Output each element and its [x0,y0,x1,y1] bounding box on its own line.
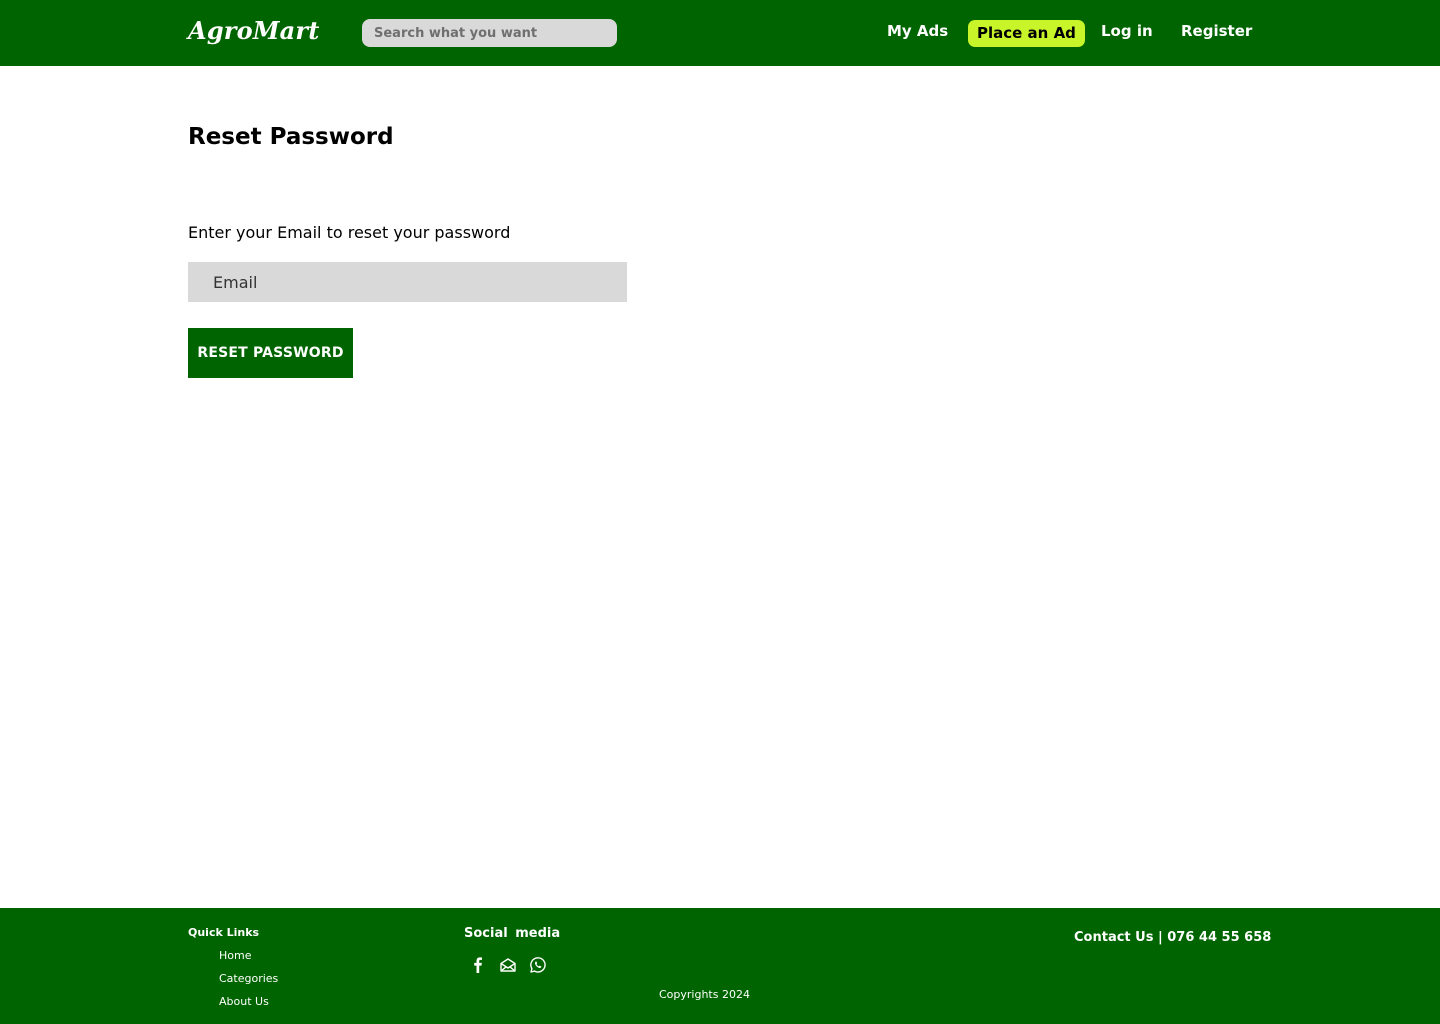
facebook-icon[interactable] [469,956,487,974]
contact-info: Contact Us | 076 44 55 658 [1074,930,1272,945]
top-nav-bar: AgroMart My Ads Place an Ad Log in Regis… [0,0,1440,66]
email-input[interactable] [213,272,627,292]
footer-link-categories[interactable]: Categories [219,972,278,985]
reset-instruction-text: Enter your Email to reset your password [188,223,511,242]
register-link[interactable]: Register [1181,22,1252,40]
footer-link-about-us[interactable]: About Us [219,995,269,1008]
quick-links-title: Quick Links [188,926,260,939]
login-link[interactable]: Log in [1101,22,1153,40]
email-field-container [188,262,627,302]
reset-password-button[interactable]: RESET PASSWORD [188,328,353,378]
logo[interactable]: AgroMart [188,16,320,45]
whatsapp-icon[interactable] [529,956,547,974]
page-title: Reset Password [188,124,394,150]
nav-my-ads-link[interactable]: My Ads [887,22,948,40]
place-ad-button[interactable]: Place an Ad [968,20,1085,47]
copyright-text: Copyrights 2024 [659,988,750,1001]
footer: Quick Links Home Categories About Us Soc… [0,908,1440,1024]
social-media-title: Social media [464,926,561,941]
footer-link-home[interactable]: Home [219,949,251,962]
search-bar[interactable] [362,19,617,47]
mail-icon[interactable] [499,956,517,974]
search-input[interactable] [374,25,617,41]
